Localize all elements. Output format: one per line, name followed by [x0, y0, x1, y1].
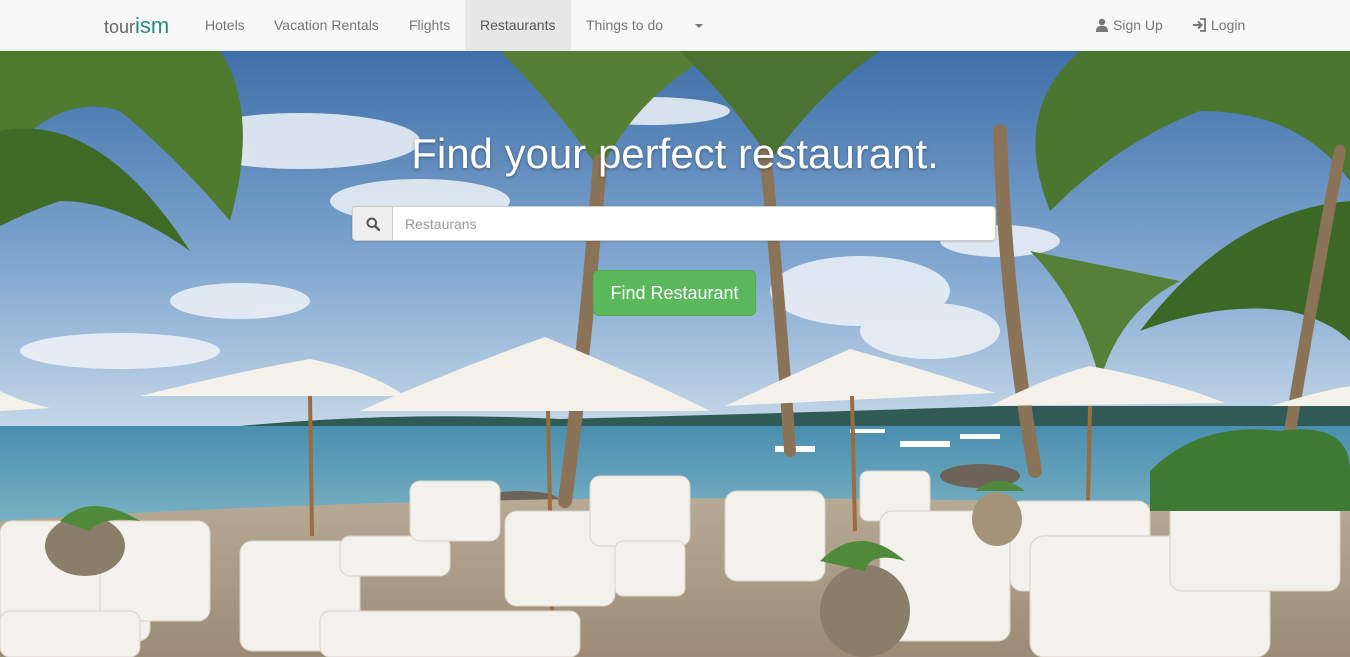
- nav-restaurants[interactable]: Restaurants: [465, 0, 571, 50]
- restaurant-search-input[interactable]: [392, 206, 996, 241]
- signup-label: Sign Up: [1113, 17, 1163, 33]
- caret-down-icon: [695, 24, 703, 29]
- find-restaurant-button[interactable]: Find Restaurant: [593, 270, 756, 316]
- top-navbar: tour ism Hotels Vacation Rentals Flights …: [0, 0, 1350, 51]
- search-bar: [352, 206, 996, 241]
- nav-vacation-rentals[interactable]: Vacation Rentals: [259, 0, 394, 50]
- user-icon: [1096, 18, 1108, 32]
- nav-hotels[interactable]: Hotels: [190, 0, 260, 50]
- hero-headline: Find your perfect restaurant.: [411, 130, 939, 177]
- login-label: Login: [1211, 17, 1246, 33]
- nav-things-to-do[interactable]: Things to do: [571, 0, 678, 50]
- search-icon: [366, 217, 380, 231]
- search-addon: [352, 206, 392, 241]
- brand-logo[interactable]: tour ism: [104, 13, 170, 38]
- login-link[interactable]: Login: [1177, 0, 1260, 50]
- signup-link[interactable]: Sign Up: [1080, 0, 1178, 50]
- login-icon: [1193, 18, 1206, 32]
- nav-more-dropdown[interactable]: [680, 0, 718, 50]
- brand-part-2: ism: [135, 13, 170, 38]
- brand-part-1: tour: [104, 17, 136, 37]
- nav-flights[interactable]: Flights: [394, 0, 465, 50]
- hero-section: Find your perfect restaurant. Find Resta…: [0, 51, 1350, 657]
